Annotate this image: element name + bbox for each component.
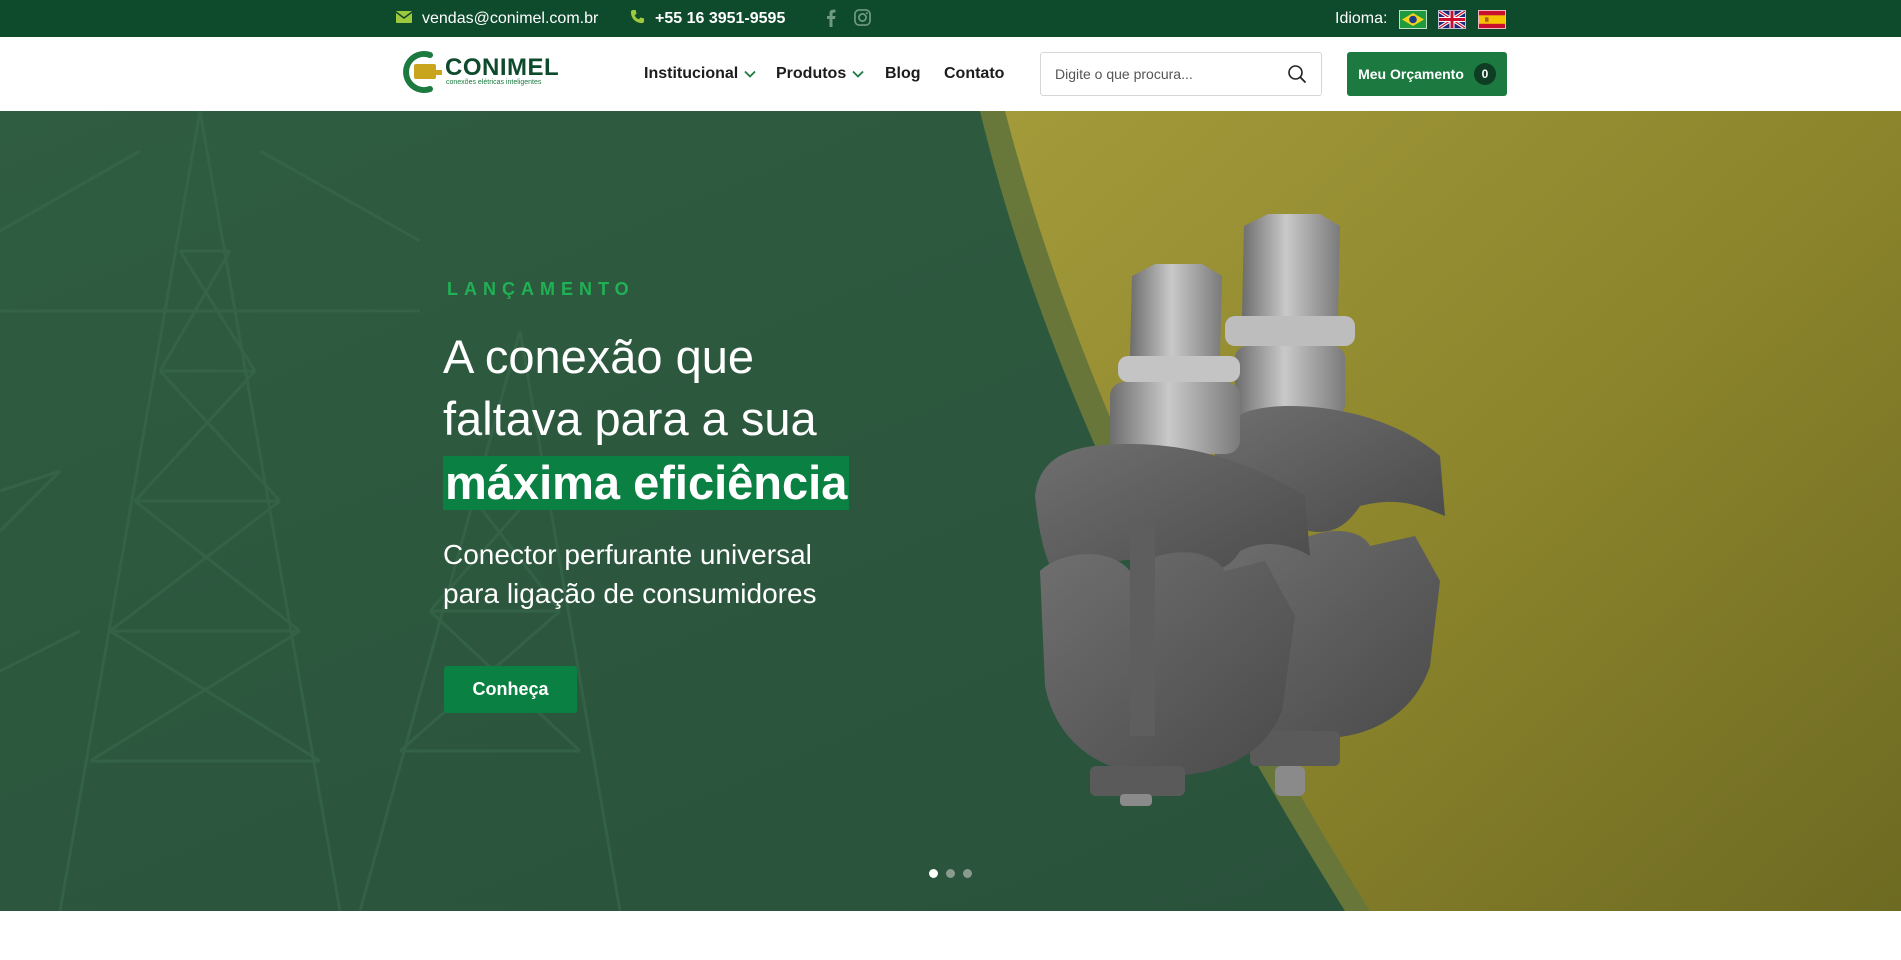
top-bar: vendas@conimel.com.br +55 16 3951-9595 I…	[0, 0, 1901, 37]
logo-tagline: conexões elétricas inteligentes	[446, 79, 542, 86]
flag-spain-icon[interactable]	[1478, 10, 1506, 29]
chevron-down-icon	[744, 65, 756, 83]
nav-contato[interactable]: Contato	[944, 37, 1004, 111]
hero-title-line-1: A conexão que	[443, 330, 754, 383]
nav-contato-label: Contato	[944, 65, 1005, 82]
slider-dots	[929, 869, 980, 879]
conimel-logo[interactable]: CONIMEL conexões elétricas inteligentes	[400, 49, 560, 95]
slider-dot-1[interactable]	[929, 869, 938, 878]
hero-title-line-2: faltava para a sua	[443, 392, 817, 445]
search-input[interactable]	[1055, 53, 1275, 95]
quote-button-label: Meu Orçamento	[1358, 66, 1464, 82]
quote-button[interactable]: Meu Orçamento 0	[1347, 52, 1507, 96]
hero-eyebrow: LANÇAMENTO	[447, 279, 635, 299]
search-icon[interactable]	[1287, 64, 1307, 89]
nav-institucional[interactable]: Institucional	[644, 37, 756, 111]
hero-title-highlight: máxima eficiência	[443, 456, 850, 510]
hero-slider: LANÇAMENTO A conexão que faltava para a …	[0, 111, 1901, 911]
hero-subtitle-line-1: Conector perfurante universal	[443, 539, 812, 570]
flag-uk-icon[interactable]	[1438, 10, 1466, 29]
logo-wordmark: CONIMEL	[445, 54, 560, 81]
search-box	[1040, 52, 1322, 96]
connector-product-image	[1035, 214, 1445, 806]
page-content-start	[0, 911, 1901, 960]
phone-icon	[630, 9, 645, 29]
nav-blog-label: Blog	[885, 65, 921, 82]
phone-link[interactable]: +55 16 3951-9595	[630, 0, 785, 37]
nav-produtos[interactable]: Produtos	[776, 37, 864, 111]
hero-title: A conexão que faltava para a sua máxima …	[443, 326, 963, 514]
logo-mark-icon	[403, 51, 442, 93]
slider-dot-2[interactable]	[946, 869, 955, 878]
hero-subtitle-line-2: para ligação de consumidores	[443, 578, 817, 609]
flag-brazil-icon[interactable]	[1399, 10, 1427, 29]
hero-subtitle: Conector perfurante universal para ligaç…	[443, 535, 903, 613]
chevron-down-icon	[852, 65, 864, 83]
language-label: Idioma:	[1335, 9, 1388, 27]
quote-count-badge: 0	[1473, 63, 1496, 85]
envelope-icon	[395, 10, 413, 28]
instagram-icon[interactable]	[854, 9, 871, 31]
phone-text: +55 16 3951-9595	[655, 9, 786, 27]
nav-institucional-label: Institucional	[644, 65, 739, 82]
main-header: CONIMEL conexões elétricas inteligentes …	[0, 37, 1901, 111]
nav-produtos-label: Produtos	[776, 65, 847, 82]
nav-blog[interactable]: Blog	[885, 37, 921, 111]
hero-cta-button[interactable]: Conheça	[444, 666, 577, 713]
email-text: vendas@conimel.com.br	[422, 9, 599, 27]
email-link[interactable]: vendas@conimel.com.br	[395, 0, 599, 37]
slider-dot-3[interactable]	[963, 869, 972, 878]
facebook-icon[interactable]	[826, 9, 836, 32]
